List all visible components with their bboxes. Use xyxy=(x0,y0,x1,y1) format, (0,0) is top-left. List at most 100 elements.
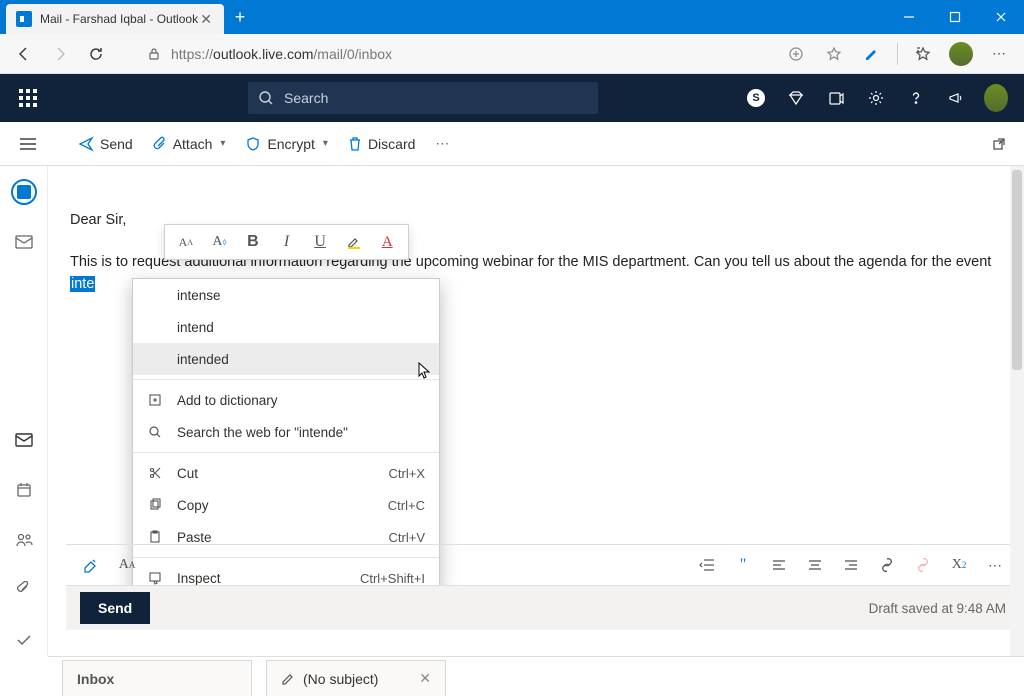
back-button[interactable] xyxy=(8,38,40,70)
align-center-icon[interactable] xyxy=(804,554,826,576)
send-bar: Send Draft saved at 9:48 AM xyxy=(66,586,1020,630)
discard-button[interactable]: Discard xyxy=(338,128,425,160)
draft-status: Draft saved at 9:48 AM xyxy=(869,601,1006,616)
menu-separator xyxy=(133,379,439,380)
url-text: https://outlook.live.com/mail/0/inbox xyxy=(171,46,392,62)
search-web-item[interactable]: Search the web for "intende" xyxy=(133,416,439,448)
highlight-color-button[interactable] xyxy=(339,227,369,257)
chevron-down-icon: ▾ xyxy=(220,138,225,149)
add-dictionary-item[interactable]: Add to dictionary xyxy=(133,384,439,416)
chevron-down-icon: ▾ xyxy=(323,138,328,149)
compose-toolbar: Send Attach ▾ Encrypt ▾ Discard ⋯ xyxy=(0,122,1024,166)
underline-button[interactable]: U xyxy=(305,227,335,257)
forward-button[interactable] xyxy=(44,38,76,70)
search-icon xyxy=(147,425,163,439)
quote-icon[interactable]: " xyxy=(732,554,754,576)
clear-format-icon[interactable] xyxy=(80,554,102,576)
window-close-button[interactable] xyxy=(978,0,1024,34)
scissors-icon xyxy=(147,466,163,480)
my-day-icon[interactable] xyxy=(816,78,856,118)
search-icon xyxy=(258,90,274,106)
profile-avatar[interactable] xyxy=(944,38,978,70)
bold-button[interactable]: B xyxy=(238,227,268,257)
encrypt-button[interactable]: Encrypt ▾ xyxy=(235,128,338,160)
left-rail xyxy=(0,166,48,656)
draft-tab[interactable]: (No subject) ✕ xyxy=(266,660,446,696)
nav-toggle-button[interactable] xyxy=(8,137,48,151)
close-icon[interactable]: ✕ xyxy=(419,670,431,687)
align-left-icon[interactable] xyxy=(768,554,790,576)
pencil-icon xyxy=(281,672,295,686)
tab-close-icon[interactable]: ✕ xyxy=(198,11,214,28)
cut-item[interactable]: CutCtrl+X xyxy=(133,457,439,489)
scrollbar-thumb[interactable] xyxy=(1012,170,1022,370)
account-avatar[interactable] xyxy=(976,78,1016,118)
vertical-scrollbar[interactable] xyxy=(1010,166,1024,656)
suggestion-item[interactable]: intend xyxy=(133,311,439,343)
format-ribbon: AA " X2 ⋯ xyxy=(66,544,1020,586)
send-icon xyxy=(78,136,94,152)
search-placeholder: Search xyxy=(284,90,328,106)
premium-diamond-icon[interactable] xyxy=(776,78,816,118)
dictionary-icon xyxy=(147,393,163,407)
outlook-appbar: Search S xyxy=(0,74,1024,122)
attach-button[interactable]: Attach ▾ xyxy=(143,128,236,160)
settings-gear-icon[interactable] xyxy=(856,78,896,118)
paperclip-icon xyxy=(153,136,167,152)
mouse-cursor-icon xyxy=(418,362,432,380)
megaphone-icon[interactable] xyxy=(936,78,976,118)
reader-mode-icon[interactable] xyxy=(779,38,813,70)
more-format-icon[interactable]: ⋯ xyxy=(984,554,1006,576)
todo-module-icon[interactable] xyxy=(8,624,40,656)
paste-icon xyxy=(147,530,163,544)
mail-module-icon[interactable] xyxy=(8,424,40,456)
copy-icon xyxy=(147,498,163,512)
inbox-tab[interactable]: Inbox xyxy=(62,660,252,696)
mail-rail-icon[interactable] xyxy=(8,226,40,258)
help-icon[interactable] xyxy=(896,78,936,118)
trash-icon xyxy=(348,136,362,152)
font-size-increase-icon[interactable]: A◊ xyxy=(205,227,235,257)
files-module-icon[interactable] xyxy=(8,574,40,606)
send-button-top[interactable]: Send xyxy=(68,128,143,160)
popout-button[interactable] xyxy=(982,128,1016,160)
selected-text: inte xyxy=(70,276,95,292)
font-color-button[interactable]: A xyxy=(372,227,402,257)
indent-decrease-icon[interactable] xyxy=(696,554,718,576)
waffle-icon xyxy=(19,89,37,107)
font-size-decrease-icon[interactable]: AA xyxy=(171,227,201,257)
copy-item[interactable]: CopyCtrl+C xyxy=(133,489,439,521)
tab-title: Mail - Farshad Iqbal - Outlook xyxy=(40,12,198,26)
align-right-icon[interactable] xyxy=(840,554,862,576)
font-family-icon[interactable]: AA xyxy=(116,554,138,576)
bottom-tabs: Inbox (No subject) ✕ xyxy=(48,656,1024,696)
edge-notes-icon[interactable] xyxy=(855,38,889,70)
lock-icon xyxy=(147,47,161,61)
window-minimize-button[interactable] xyxy=(886,0,932,34)
suggestion-item[interactable]: intense xyxy=(133,279,439,311)
refresh-button[interactable] xyxy=(80,38,112,70)
search-input[interactable]: Search xyxy=(248,82,598,114)
url-field[interactable]: https://outlook.live.com/mail/0/inbox xyxy=(138,39,775,69)
send-button[interactable]: Send xyxy=(80,592,150,624)
browser-tab[interactable]: Mail - Farshad Iqbal - Outlook ✕ xyxy=(6,4,224,34)
more-actions-button[interactable]: ⋯ xyxy=(425,128,459,160)
outlook-favicon xyxy=(16,11,32,27)
favorites-list-icon[interactable] xyxy=(906,38,940,70)
floating-format-toolbar: AA A◊ B I U A xyxy=(164,224,409,260)
skype-icon[interactable]: S xyxy=(736,78,776,118)
browser-addressbar: https://outlook.live.com/mail/0/inbox ⋯ xyxy=(0,34,1024,74)
outlook-rail-icon[interactable] xyxy=(8,176,40,208)
browser-menu-icon[interactable]: ⋯ xyxy=(982,38,1016,70)
app-launcher-button[interactable] xyxy=(8,78,48,118)
unlink-icon[interactable] xyxy=(912,554,934,576)
people-module-icon[interactable] xyxy=(8,524,40,556)
link-icon[interactable] xyxy=(876,554,898,576)
window-maximize-button[interactable] xyxy=(932,0,978,34)
calendar-module-icon[interactable] xyxy=(8,474,40,506)
italic-button[interactable]: I xyxy=(272,227,302,257)
superscript-icon[interactable]: X2 xyxy=(948,554,970,576)
suggestion-item[interactable]: intended xyxy=(133,343,439,375)
favorite-icon[interactable] xyxy=(817,38,851,70)
new-tab-button[interactable]: + xyxy=(224,7,256,28)
